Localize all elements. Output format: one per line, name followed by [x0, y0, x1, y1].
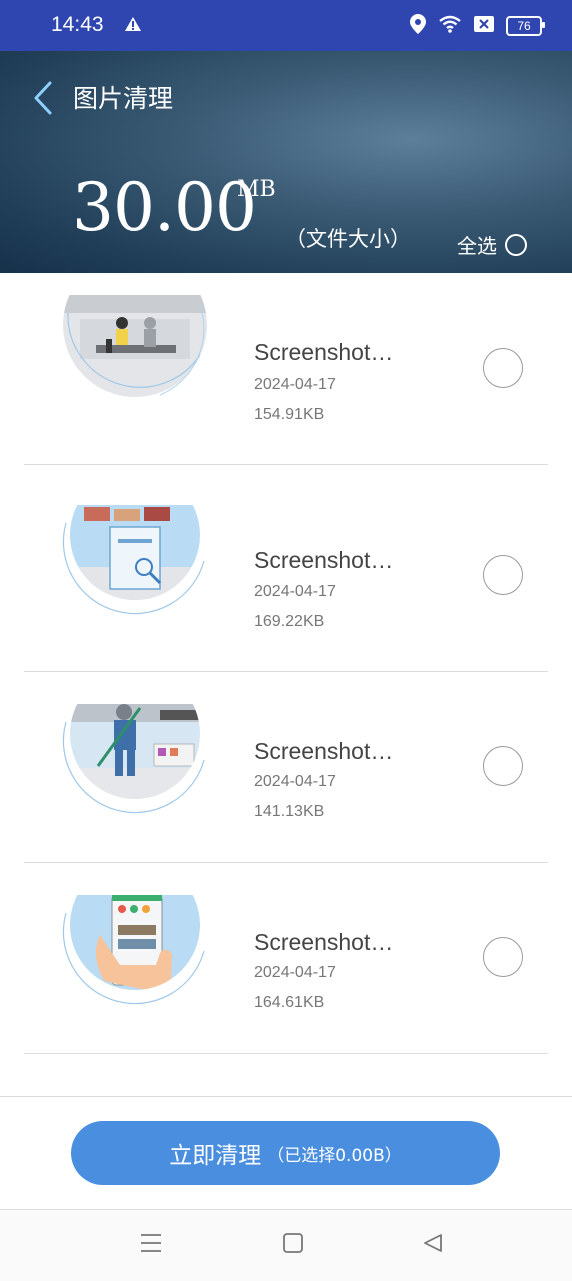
wifi-icon	[438, 15, 462, 37]
thumbnail-image	[60, 704, 210, 814]
header: 图片清理 30.00 MB （文件大小） 全选	[0, 51, 572, 273]
item-name: Screenshot…	[254, 929, 394, 955]
item-date: 2024-04-17	[254, 376, 336, 393]
selected-size-info: （已选择0.00B）	[267, 1145, 402, 1166]
item-name: Screenshot…	[254, 738, 394, 764]
select-all-toggle[interactable]: 全选	[457, 230, 527, 259]
item-date: 2024-04-17	[254, 773, 336, 790]
list-item[interactable]: Screenshot… 2024-04-17 169.22KB	[24, 465, 548, 672]
list-item[interactable]: Screenshot… 2024-04-17 154.91KB	[24, 273, 548, 465]
item-size: 164.61KB	[254, 994, 325, 1011]
clean-now-label: 立即清理	[169, 1143, 262, 1169]
item-select-radio[interactable]	[483, 937, 523, 977]
back-icon[interactable]	[422, 1232, 444, 1258]
location-icon	[410, 14, 426, 38]
home-icon[interactable]	[282, 1232, 304, 1258]
warning-icon	[124, 16, 142, 36]
thumbnail-image	[60, 505, 210, 615]
total-size-value: 30.00	[72, 169, 257, 246]
divider	[0, 1096, 572, 1097]
thumbnail-image	[60, 295, 210, 405]
select-all-radio[interactable]	[505, 233, 527, 256]
item-name: Screenshot…	[254, 339, 394, 365]
battery-icon: 76	[506, 16, 545, 36]
page-title: 图片清理	[73, 84, 174, 113]
item-select-radio[interactable]	[483, 746, 523, 786]
item-size: 169.22KB	[254, 613, 325, 630]
system-nav-bar	[0, 1209, 572, 1281]
item-select-radio[interactable]	[483, 555, 523, 595]
thumbnail-image	[60, 895, 210, 1005]
list-item[interactable]: Screenshot… 2024-04-17 164.61KB	[24, 863, 548, 1054]
item-name: Screenshot…	[254, 547, 394, 573]
item-size: 154.91KB	[254, 406, 325, 423]
select-all-label: 全选	[457, 234, 497, 258]
status-time: 14:43	[51, 13, 104, 36]
item-select-radio[interactable]	[483, 348, 523, 388]
menu-icon[interactable]	[140, 1232, 162, 1258]
item-date: 2024-04-17	[254, 583, 336, 600]
item-date: 2024-04-17	[254, 964, 336, 981]
clean-now-button[interactable]: 立即清理 （已选择0.00B）	[71, 1121, 500, 1185]
item-size: 141.13KB	[254, 803, 325, 820]
total-size-unit: MB	[237, 177, 276, 202]
sim-off-icon	[474, 15, 494, 37]
total-size-caption: （文件大小）	[285, 227, 411, 251]
chevron-left-icon[interactable]	[32, 81, 54, 119]
list-item[interactable]: Screenshot… 2024-04-17 141.13KB	[24, 672, 548, 863]
status-bar: 14:43 76	[0, 0, 572, 51]
